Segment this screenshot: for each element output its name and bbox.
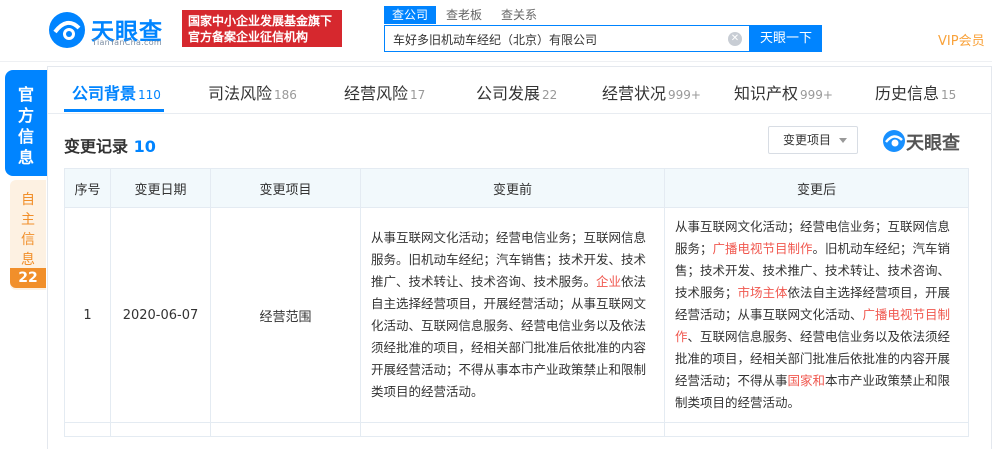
banner-line-1: 国家中小企业发展基金旗下 — [188, 14, 333, 28]
tianyancha-logo-icon — [883, 130, 905, 152]
section-count: 10 — [133, 137, 156, 156]
tab-history-info[interactable]: 历史信息 15 — [875, 80, 956, 104]
search-input-value: 车好多旧机动车经纪（北京）有限公司 — [393, 33, 598, 47]
tab-judicial-risk[interactable]: 司法风险 186 — [208, 80, 297, 104]
tab-business-risk[interactable]: 经营风险 17 — [344, 80, 425, 104]
tab-company-background[interactable]: 公司背景 110 — [72, 80, 161, 104]
side-self-char: 主 — [21, 212, 35, 228]
watermark-text: 天眼查 — [906, 133, 960, 154]
column-header-after: 变更后 — [664, 168, 969, 208]
search-tab-boss[interactable]: 查老板 — [446, 6, 482, 24]
column-header-before: 变更前 — [360, 168, 665, 208]
side-self-char: 信 — [21, 232, 35, 248]
row-index: 1 — [64, 207, 111, 423]
search-tab-relation[interactable]: 查关系 — [501, 6, 537, 24]
change-item-filter-dropdown[interactable]: 变更项目 — [768, 126, 858, 154]
search-tab-company[interactable]: 查公司 — [384, 6, 437, 24]
table-row — [64, 422, 969, 437]
site-logo[interactable]: 天眼查 TianYanCha.com — [47, 10, 177, 50]
before-segment: 依法自主选择经营项目，开展经营活动；从事互联网文化活动、互联网信息服务、经营电信… — [371, 274, 647, 399]
side-tab-official-info[interactable]: 官 方 信 息 — [5, 70, 47, 176]
tab-count: 999+ — [668, 88, 701, 102]
banner-line-2: 官方备案企业征信机构 — [188, 30, 309, 44]
main-panel: 公司背景 110 司法风险 186 经营风险 17 公司发展 22 经营状况 999+ 知… — [47, 66, 992, 449]
tab-label: 公司发展 — [476, 84, 541, 103]
tab-count: 15 — [941, 88, 957, 102]
active-tab-indicator — [64, 109, 164, 112]
column-header-item: 变更项目 — [210, 168, 361, 208]
column-header-date: 变更日期 — [110, 168, 211, 208]
tab-count: 110 — [138, 88, 161, 102]
row-after-content: 从事互联网文化活动；经营电信业务；互联网信息服务；广播电视节目制作。旧机动车经纪… — [664, 207, 969, 423]
side-official-char: 信 — [17, 127, 34, 146]
side-official-char: 方 — [17, 106, 34, 125]
before-segment-highlight: 企业 — [596, 274, 622, 289]
top-header: 天眼查 TianYanCha.com 国家中小企业发展基金旗下 官方备案企业征信… — [0, 0, 992, 62]
tab-business-status[interactable]: 经营状况 999+ — [602, 80, 701, 104]
side-self-char: 自 — [21, 192, 35, 208]
tab-company-development[interactable]: 公司发展 22 — [476, 80, 557, 104]
after-segment-highlight: 国家和 — [787, 373, 826, 388]
column-header-index: 序号 — [64, 168, 111, 208]
logo-subtext: TianYanCha.com — [92, 38, 162, 47]
row-date — [110, 422, 211, 437]
tab-count: 999+ — [800, 88, 833, 102]
tab-count: 22 — [542, 88, 558, 102]
official-banner: 国家中小企业发展基金旗下 官方备案企业征信机构 — [182, 10, 342, 47]
side-official-char: 息 — [17, 148, 34, 167]
tab-label: 历史信息 — [875, 84, 940, 103]
change-record-table: 序号 变更日期 变更项目 变更前 变更后 1 2020-06-07 经营范围 从… — [64, 168, 969, 437]
row-item: 经营范围 — [210, 207, 361, 423]
tab-label: 知识产权 — [734, 84, 799, 103]
filter-label: 变更项目 — [783, 133, 832, 147]
after-segment-highlight: 市场主体 — [737, 285, 788, 300]
category-tabs: 公司背景 110 司法风险 186 经营风险 17 公司发展 22 经营状况 999+ 知… — [48, 67, 992, 114]
tab-label: 公司背景 — [72, 84, 137, 103]
section-title-text: 变更记录 — [64, 137, 129, 156]
tab-label: 经营状况 — [602, 84, 667, 103]
tab-label: 司法风险 — [208, 84, 273, 103]
search-button[interactable]: 天眼一下 — [750, 25, 822, 52]
tab-count: 17 — [410, 88, 426, 102]
after-segment-highlight: 广播电视节目制作 — [712, 241, 813, 256]
row-before-content: 从事互联网文化活动；经营电信业务；互联网信息服务。旧机动车经纪；汽车销售；技术开… — [360, 207, 665, 423]
side-self-char: 息 — [21, 252, 35, 268]
row-date: 2020-06-07 — [110, 207, 211, 423]
row-after-content — [664, 422, 969, 437]
side-official-char: 官 — [17, 85, 34, 104]
tab-count: 186 — [274, 88, 297, 102]
vip-link[interactable]: VIP会员 — [938, 30, 985, 49]
search-input[interactable]: 车好多旧机动车经纪（北京）有限公司 ✕ — [384, 25, 750, 52]
caret-down-icon — [839, 138, 847, 143]
tianyancha-logo-icon — [49, 12, 85, 48]
section-title: 变更记录 10 — [64, 133, 156, 157]
tab-intellectual-property[interactable]: 知识产权 999+ — [734, 80, 833, 104]
tab-label: 经营风险 — [344, 84, 409, 103]
row-item — [210, 422, 361, 437]
table-header-row: 序号 变更日期 变更项目 变更前 变更后 — [64, 168, 969, 208]
row-index — [64, 422, 111, 437]
self-info-count-badge: 22 — [10, 268, 46, 288]
row-before-content — [360, 422, 665, 437]
table-row: 1 2020-06-07 经营范围 从事互联网文化活动；经营电信业务；互联网信息… — [64, 207, 969, 423]
clear-icon[interactable]: ✕ — [728, 32, 742, 46]
